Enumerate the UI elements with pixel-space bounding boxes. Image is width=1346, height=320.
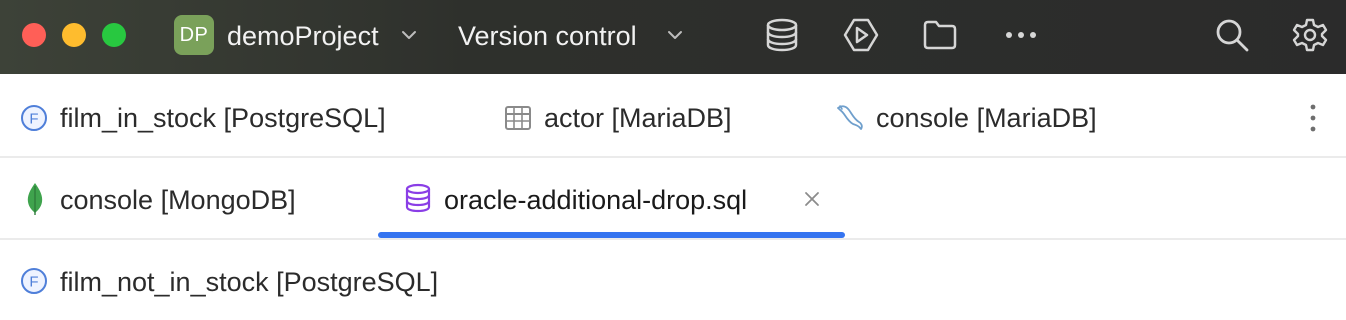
project-chevron-down-icon[interactable]	[400, 26, 418, 44]
tab-label: actor [MariaDB]	[544, 103, 732, 133]
minimize-window-button[interactable]	[62, 23, 86, 47]
active-tab-indicator	[378, 232, 845, 238]
project-name[interactable]: demoProject	[227, 20, 379, 52]
folder-icon[interactable]	[922, 17, 958, 53]
tab-label: film_not_in_stock [PostgreSQL]	[60, 267, 439, 297]
close-tab-icon[interactable]	[803, 190, 821, 208]
close-window-button[interactable]	[22, 23, 46, 47]
settings-icon[interactable]	[1292, 17, 1328, 53]
svg-text:F: F	[29, 111, 38, 128]
version-control-menu[interactable]: Version control	[458, 20, 637, 52]
tab-row-1: F film_in_stock [PostgreSQL] actor [Mari…	[0, 74, 1346, 158]
mariadb-icon	[837, 105, 863, 130]
table-icon	[505, 106, 531, 130]
tab-row-3: F film_not_in_stock [PostgreSQL]	[0, 240, 1346, 320]
run-icon[interactable]	[843, 17, 879, 53]
search-icon[interactable]	[1214, 17, 1250, 53]
mongodb-icon	[27, 183, 43, 215]
function-icon: F	[21, 268, 47, 294]
more-icon[interactable]	[1003, 17, 1039, 53]
sql-file-icon	[405, 183, 431, 213]
database-icon[interactable]	[764, 17, 800, 53]
tab-row-2: console [MongoDB] oracle-additional-drop…	[0, 158, 1346, 240]
tab-label: console [MongoDB]	[60, 185, 296, 215]
tab-label: console [MariaDB]	[876, 103, 1097, 133]
more-tabs-icon[interactable]	[1305, 102, 1321, 134]
title-bar: DP demoProject Version control	[0, 0, 1346, 74]
svg-text:F: F	[29, 274, 38, 291]
function-icon: F	[21, 105, 47, 131]
zoom-window-button[interactable]	[102, 23, 126, 47]
tab-label: oracle-additional-drop.sql	[444, 185, 748, 215]
project-badge[interactable]: DP	[174, 15, 214, 55]
vcs-chevron-down-icon[interactable]	[666, 26, 684, 44]
tab-label: film_in_stock [PostgreSQL]	[60, 103, 386, 133]
